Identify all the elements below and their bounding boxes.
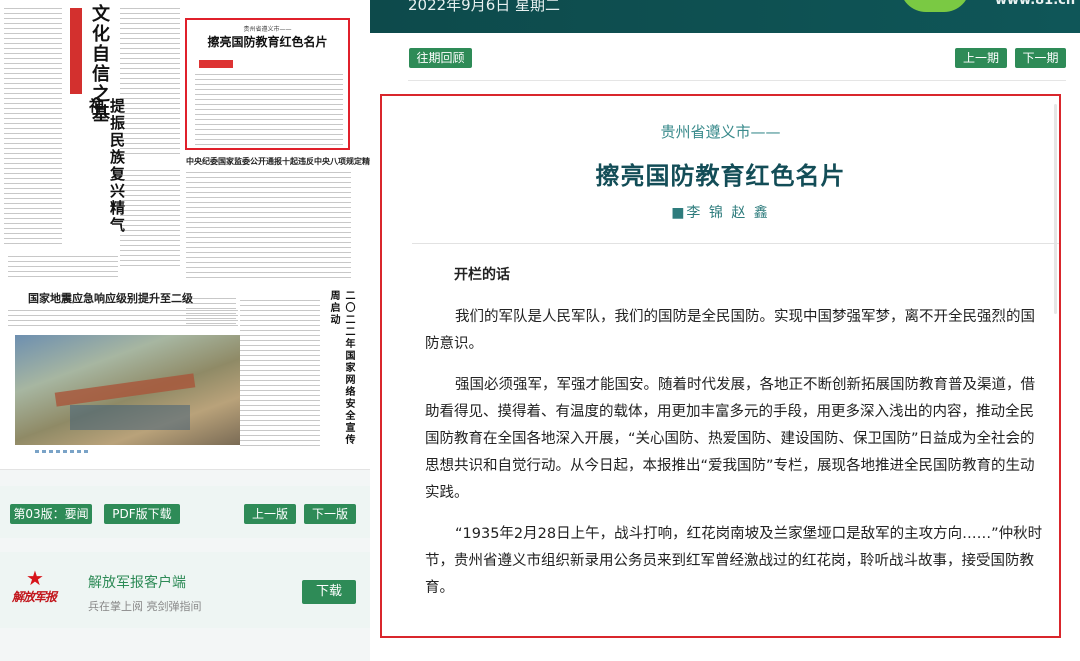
thumb-subhead-vertical: 二〇二二年国家网络安全宣传周启动 <box>328 290 354 446</box>
edition-label[interactable]: 第03版：要闻 <box>10 504 92 524</box>
thumb-headline-vertical-2: 提振民族复兴精气神 <box>87 98 126 234</box>
text-column <box>195 74 343 146</box>
header-url[interactable]: www.81.cn <box>995 0 1075 8</box>
thumb-highlight-title: 擦亮国防教育红色名片 <box>207 35 328 49</box>
logo-text: 解放军报 <box>12 590 57 604</box>
toolbar-divider <box>408 80 1066 81</box>
article-body: 开栏的话 我们的军队是人民军队，我们的国防是全民国防。实现中国梦强军梦，离不开全… <box>425 264 1045 616</box>
newspaper-page-thumbnail[interactable]: 文化自信之基 提振民族复兴精气神 贵州省遵义市—— 擦亮国防教育红色名片 中央纪… <box>0 0 370 470</box>
text-column <box>120 8 180 158</box>
article-paragraph: “1935年2月28日上午，战斗打响，红花岗南坡及兰家堡垭口是敌军的主攻方向……… <box>425 526 1043 596</box>
left-panel: 文化自信之基 提振民族复兴精气神 贵州省遵义市—— 擦亮国防教育红色名片 中央纪… <box>0 0 370 661</box>
thumb-highlight-box[interactable]: 贵州省遵义市—— 擦亮国防教育红色名片 <box>185 18 350 150</box>
next-edition-button[interactable]: 下一版 <box>304 504 356 524</box>
thumb-photo <box>15 335 240 445</box>
pdf-download-button[interactable]: PDF版下载 <box>104 504 180 524</box>
past-review-button[interactable]: 往期回顾 <box>409 48 472 68</box>
article-panel: 贵州省遵义市—— 擦亮国防教育红色名片 ■李 锦 赵 鑫 开栏的话 我们的军队是… <box>380 94 1061 638</box>
header-logo-icon <box>900 0 970 12</box>
page-root: 文化自信之基 提振民族复兴精气神 贵州省遵义市—— 擦亮国防教育红色名片 中央纪… <box>0 0 1080 661</box>
thumb-subhead-right: 中央纪委国家监委公开通报十起违反中央八项规定精神典型问题 <box>186 156 370 166</box>
thumb-subhead-left: 国家地震应急响应级别提升至二级 <box>28 292 193 305</box>
header-strip: 2022年9月6日 星期二 www.81.cn <box>370 0 1080 33</box>
text-column <box>120 170 180 270</box>
article-paragraph: 强国必须强军，军强才能国安。随着时代发展，各地正不断创新拓展国防教育普及渠道，借… <box>425 377 1035 501</box>
prev-edition-button[interactable]: 上一版 <box>244 504 296 524</box>
text-column <box>240 300 320 450</box>
text-column <box>186 298 236 328</box>
thumb-dots <box>35 450 88 453</box>
text-column <box>4 8 62 248</box>
article-paragraph: 我们的军队是人民军队，我们的国防是全民国防。实现中国梦强军梦，离不开全民强烈的国… <box>425 309 1035 352</box>
article-kicker: 贵州省遵义市—— <box>660 123 781 141</box>
article-subheading: 开栏的话 <box>454 267 510 283</box>
red-star-icon: ★ <box>26 566 44 590</box>
text-column <box>8 256 118 278</box>
thumb-highlight-kicker: 贵州省遵义市—— <box>243 26 292 33</box>
next-issue-button[interactable]: 下一期 <box>1015 48 1066 68</box>
thumb-tag <box>199 60 233 68</box>
article-divider <box>412 243 1059 244</box>
article-author: ■李 锦 赵 鑫 <box>671 205 770 221</box>
thumb-red-banner <box>70 8 82 94</box>
article-title: 擦亮国防教育红色名片 <box>595 162 846 190</box>
header-date: 2022年9月6日 星期二 <box>408 0 561 14</box>
edition-bar: 第03版：要闻 PDF版下载 上一版 下一版 <box>0 486 370 538</box>
text-column <box>186 172 351 282</box>
client-title[interactable]: 解放军报客户端 <box>88 572 186 592</box>
prev-issue-button[interactable]: 上一期 <box>955 48 1007 68</box>
client-download-button[interactable]: 下载 <box>302 580 356 604</box>
client-subtitle: 兵在掌上阅 亮剑弹指间 <box>88 600 202 613</box>
jiefangjun-logo: ★ 解放军报 <box>12 566 60 614</box>
client-app-bar: ★ 解放军报 解放军报客户端 兵在掌上阅 亮剑弹指间 下载 <box>0 552 370 628</box>
